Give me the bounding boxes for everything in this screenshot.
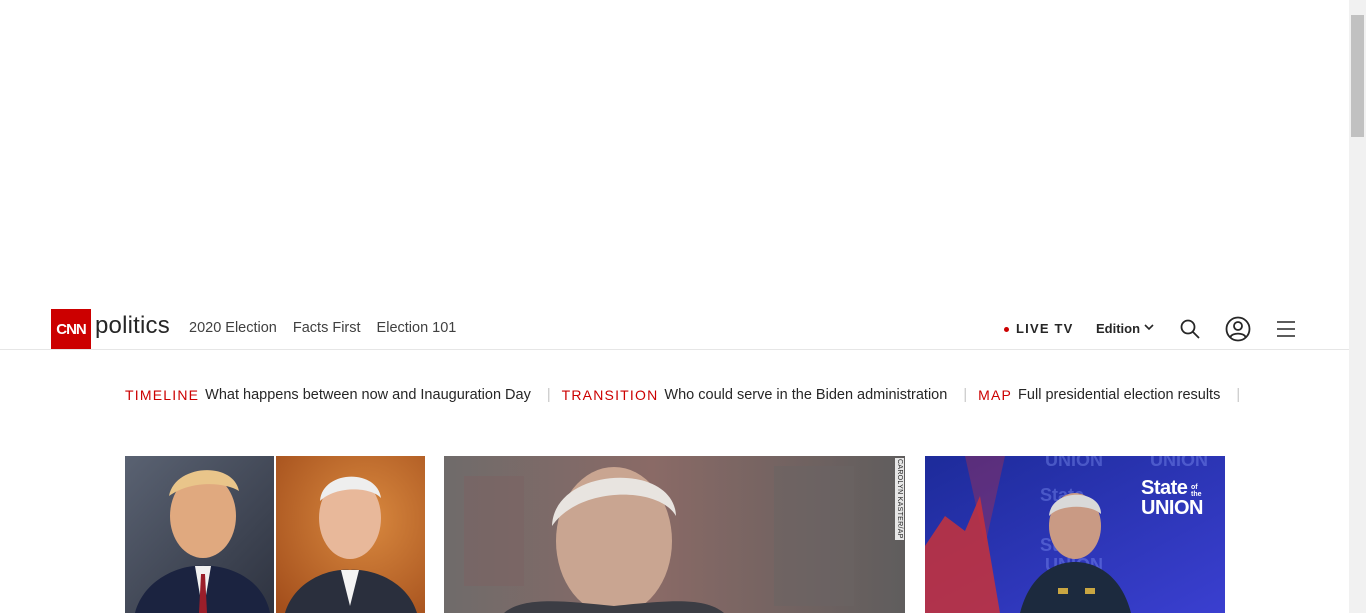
trending-label: TIMELINE [125, 387, 200, 403]
trending-item-transition[interactable]: TRANSITION Who could serve in the Biden … [562, 387, 948, 403]
hamburger-menu-icon[interactable] [1276, 320, 1296, 338]
divider: | [1236, 387, 1241, 403]
cnn-logo[interactable]: CNN [51, 309, 91, 349]
live-dot-icon [1004, 327, 1009, 332]
svg-text:UNION: UNION [1045, 456, 1103, 470]
trending-label: TRANSITION [561, 387, 659, 403]
story-card-left[interactable] [125, 456, 425, 613]
nav-item-facts-first[interactable]: Facts First [293, 320, 361, 336]
hero-portrait-image[interactable] [444, 456, 905, 613]
trending-link[interactable]: Who could serve in the Biden administrat… [664, 387, 947, 403]
trending-link[interactable]: What happens between now and Inauguratio… [205, 387, 531, 403]
chevron-down-icon[interactable] [1143, 321, 1155, 333]
story-card-right[interactable]: UNIONUNION StateState UNION State of the… [925, 456, 1225, 613]
search-icon[interactable] [1180, 319, 1200, 339]
trending-item-timeline[interactable]: TIMELINE What happens between now and In… [125, 387, 531, 403]
nav-item-election-101[interactable]: Election 101 [377, 320, 457, 336]
site-header: CNN politics 2020 Election Facts First E… [0, 308, 1349, 350]
user-account-icon[interactable] [1225, 316, 1251, 342]
scrollbar-thumb[interactable] [1351, 15, 1364, 137]
trending-bar: TIMELINE What happens between now and In… [125, 387, 1251, 403]
live-tv-link[interactable]: LIVE TV [1016, 321, 1074, 336]
story-card-middle[interactable]: CAROLYN KASTER/AP [444, 456, 905, 613]
edition-selector[interactable]: Edition [1096, 321, 1140, 336]
trending-label: MAP [978, 387, 1013, 403]
photo-credit: CAROLYN KASTER/AP [895, 458, 904, 540]
divider: | [963, 387, 968, 403]
svg-text:UNION: UNION [1150, 456, 1208, 470]
split-portrait-image[interactable] [125, 456, 425, 613]
trending-item-map[interactable]: MAP Full presidential election results [978, 387, 1220, 403]
show-logo-overlay: State of the UNION [1141, 478, 1203, 518]
show-logo-line2: UNION [1141, 497, 1203, 519]
page-scrollbar[interactable] [1349, 0, 1366, 613]
section-nav: 2020 Election Facts First Election 101 [189, 320, 456, 336]
show-logo-small: of the [1191, 484, 1202, 498]
trending-link[interactable]: Full presidential election results [1018, 387, 1220, 403]
section-title-politics[interactable]: politics [95, 312, 170, 340]
nav-item-2020-election[interactable]: 2020 Election [189, 320, 277, 336]
divider: | [546, 387, 551, 403]
